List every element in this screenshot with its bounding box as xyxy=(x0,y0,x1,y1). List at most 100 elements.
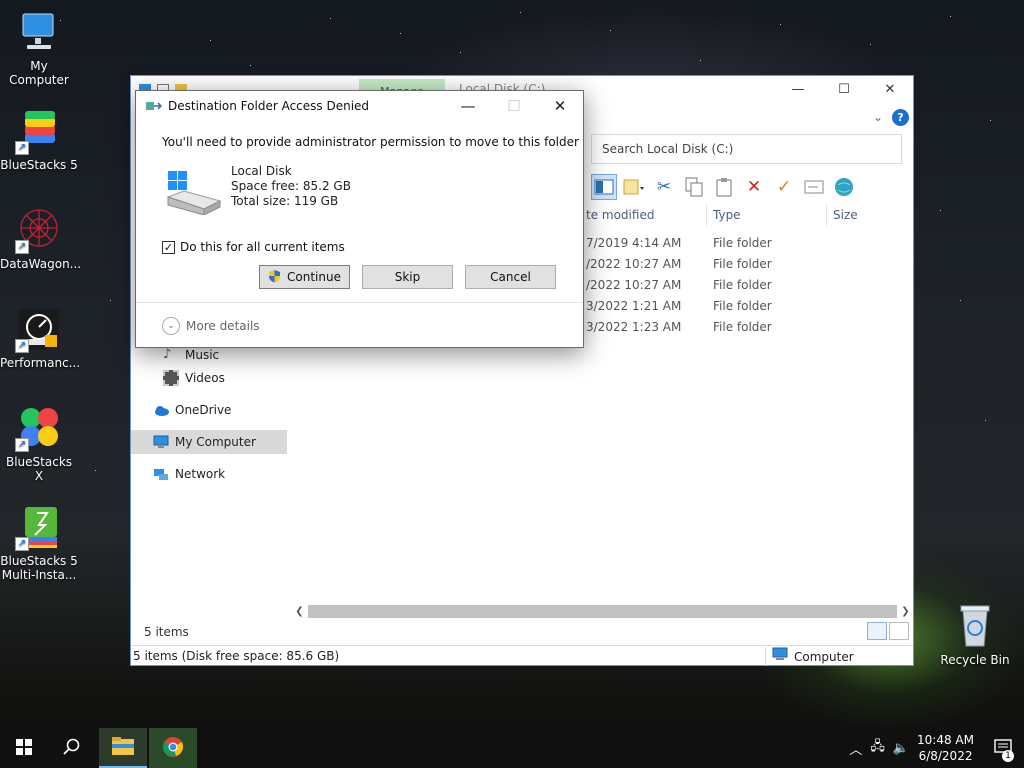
large-icons-view-icon[interactable] xyxy=(889,622,909,640)
taskbar: ︿ 🖧 🔈 10:48 AM 6/8/2022 1 xyxy=(0,728,1024,768)
access-denied-dialog: Destination Folder Access Denied — ☐ ✕ Y… xyxy=(135,90,584,348)
preview-pane-icon[interactable] xyxy=(591,174,617,200)
scrollbar-thumb[interactable] xyxy=(308,605,897,618)
action-center-button[interactable]: 1 xyxy=(982,728,1024,768)
desktop-icon-bluestacks-x[interactable]: ↗ BlueStacks X xyxy=(0,404,78,483)
view-toggles xyxy=(867,622,909,640)
taskbar-chrome[interactable] xyxy=(149,728,197,768)
row-type: File folder xyxy=(713,278,772,292)
rename-icon[interactable] xyxy=(801,174,827,200)
desktop-icon-label: Performanc... xyxy=(0,356,81,370)
column-header-size[interactable]: Size xyxy=(827,204,906,226)
row-date: 3/2022 1:23 AM xyxy=(586,320,682,334)
details-view-icon[interactable] xyxy=(867,622,887,640)
nav-item-videos[interactable]: Videos xyxy=(131,366,287,390)
chrome-icon xyxy=(162,736,184,761)
desktop-icon-label-line1: BlueStacks 5 xyxy=(0,554,78,568)
nav-item-label: Network xyxy=(175,467,226,481)
desktop-icon-bluestacks-5[interactable]: ↗ BlueStacks 5 xyxy=(0,107,78,172)
bluestacks-icon: ↗ xyxy=(15,107,63,155)
more-details-toggle[interactable]: ⌄ More details xyxy=(162,317,260,335)
status-zone: Computer xyxy=(765,647,915,666)
bluestacks-x-icon: ↗ xyxy=(15,404,63,452)
disk-space-free: Space free: 85.2 GB xyxy=(231,179,351,193)
table-row[interactable]: /2022 10:27 AM File folder xyxy=(586,275,827,296)
scroll-left-icon[interactable]: ❮ xyxy=(291,606,308,617)
checkbox-checked-icon[interactable]: ✓ xyxy=(162,240,175,254)
column-header-type[interactable]: Type xyxy=(707,204,827,226)
nav-item-label: Videos xyxy=(185,371,225,385)
start-button[interactable] xyxy=(0,728,48,768)
table-row[interactable]: 7/2019 4:14 AM File folder xyxy=(586,233,827,254)
move-folder-icon xyxy=(146,100,163,112)
volume-icon[interactable]: 🔈 xyxy=(893,741,909,756)
bluestacks-multi-icon: ↗ xyxy=(15,503,63,551)
nav-item-label: My Computer xyxy=(175,435,256,449)
datawagon-icon: ↗ xyxy=(15,206,63,254)
close-button[interactable]: ✕ xyxy=(867,76,913,104)
column-headers: te modified Type Size xyxy=(586,204,906,226)
search-input[interactable]: Search Local Disk (C:) xyxy=(591,134,902,164)
windows-start-icon xyxy=(16,738,32,758)
apply-all-checkbox[interactable]: ✓ Do this for all current items xyxy=(162,240,345,254)
clock[interactable]: 10:48 AM 6/8/2022 xyxy=(917,732,974,764)
horizontal-scrollbar[interactable]: ❮ ❯ xyxy=(291,603,914,620)
dialog-maximize-button: ☐ xyxy=(507,97,521,115)
desktop-icon-recycle-bin[interactable]: Recycle Bin xyxy=(936,602,1014,667)
desktop-icon-my-computer[interactable]: My Computer xyxy=(0,8,78,87)
chevron-up-icon[interactable]: ︿ xyxy=(849,739,862,758)
row-date: /2022 10:27 AM xyxy=(586,278,682,292)
table-row[interactable]: 3/2022 1:21 AM File folder xyxy=(586,296,827,317)
my-computer-icon xyxy=(153,434,169,450)
cancel-button[interactable]: Cancel xyxy=(465,265,556,289)
dialog-window-controls: — ☐ ✕ xyxy=(445,91,583,121)
dialog-divider xyxy=(136,302,583,303)
nav-item-onedrive[interactable]: OneDrive xyxy=(131,398,287,422)
local-disk-icon xyxy=(164,167,222,216)
search-button[interactable] xyxy=(48,728,96,768)
delete-icon[interactable]: ✕ xyxy=(741,174,767,200)
row-type: File folder xyxy=(713,257,772,271)
ribbon-expand-icon[interactable]: ⌄ xyxy=(873,110,883,124)
table-row[interactable]: /2022 10:27 AM File folder xyxy=(586,254,827,275)
taskbar-file-explorer[interactable] xyxy=(99,728,147,768)
maximize-button[interactable]: ☐ xyxy=(821,76,867,104)
status-text: 5 items (Disk free space: 85.6 GB) xyxy=(133,649,340,663)
continue-label: Continue xyxy=(287,270,341,284)
disk-info: Local Disk Space free: 85.2 GB Total siz… xyxy=(231,164,351,209)
row-type: File folder xyxy=(713,299,772,313)
globe-icon[interactable] xyxy=(831,174,857,200)
desktop-icon-performance[interactable]: ↗ Performanc... xyxy=(0,305,81,370)
minimize-button[interactable]: — xyxy=(775,76,821,104)
nav-item-network[interactable]: Network xyxy=(131,462,287,486)
nav-item-label: OneDrive xyxy=(175,403,232,417)
continue-button[interactable]: Continue xyxy=(259,265,350,289)
desktop-icon-datawagon[interactable]: ↗ DataWagon... xyxy=(0,206,81,271)
table-row[interactable]: 3/2022 1:23 AM File folder xyxy=(586,317,827,338)
notification-badge: 1 xyxy=(1002,750,1014,762)
paste-icon[interactable] xyxy=(711,174,737,200)
network-status-icon[interactable]: 🖧 xyxy=(870,737,885,759)
system-tray: ︿ 🖧 🔈 10:48 AM 6/8/2022 1 xyxy=(849,728,1024,768)
dialog-title: Destination Folder Access Denied xyxy=(168,99,370,113)
column-header-date[interactable]: te modified xyxy=(586,204,707,226)
row-type: File folder xyxy=(713,236,772,250)
copy-icon[interactable] xyxy=(681,174,707,200)
dialog-minimize-button[interactable]: — xyxy=(445,91,491,121)
disk-total-size: Total size: 119 GB xyxy=(231,194,339,208)
clock-time: 10:48 AM xyxy=(917,733,974,747)
change-view-icon[interactable] xyxy=(621,174,647,200)
scroll-right-icon[interactable]: ❯ xyxy=(897,606,914,617)
desktop-icon-bluestacks-multi[interactable]: ↗ BlueStacks 5 Multi-Insta... xyxy=(0,503,78,582)
cut-icon[interactable]: ✂ xyxy=(651,174,677,200)
checkmark-icon[interactable]: ✓ xyxy=(771,174,797,200)
disk-name: Local Disk xyxy=(231,164,292,178)
skip-button[interactable]: Skip xyxy=(362,265,453,289)
desktop-icon-label-line2: Multi-Insta... xyxy=(1,568,77,582)
checkbox-label: Do this for all current items xyxy=(180,240,345,254)
more-details-label: More details xyxy=(186,319,260,333)
dialog-close-button[interactable]: ✕ xyxy=(537,91,583,121)
shortcut-arrow-icon: ↗ xyxy=(15,141,29,155)
nav-item-my-computer[interactable]: My Computer xyxy=(131,430,287,454)
help-icon[interactable]: ? xyxy=(892,109,909,126)
